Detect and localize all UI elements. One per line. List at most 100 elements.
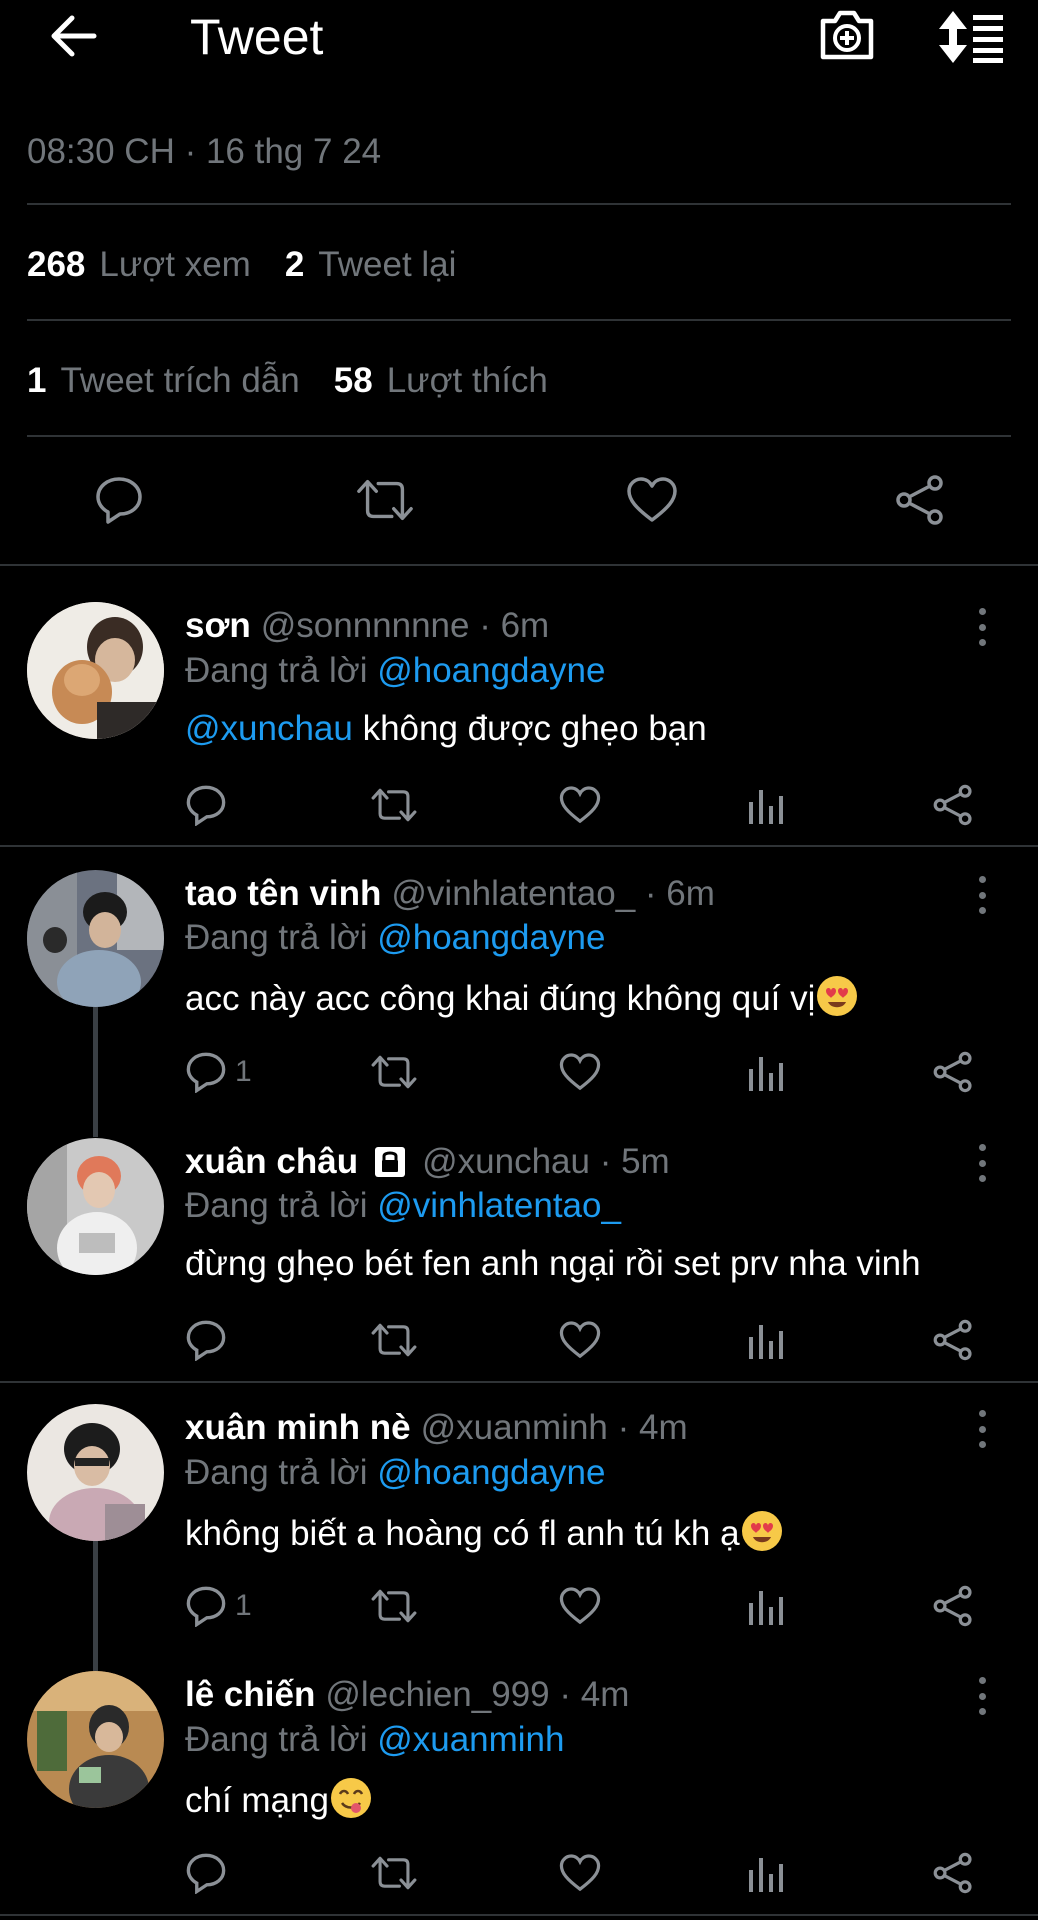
share-icon (933, 1852, 972, 1894)
avatar[interactable] (27, 870, 164, 1007)
reply-button[interactable] (185, 1848, 227, 1898)
divider (27, 435, 1011, 437)
like-button[interactable] (559, 1581, 601, 1631)
share-icon (933, 1319, 972, 1361)
share-button[interactable] (932, 780, 974, 830)
reply-author-name[interactable]: lê chiến (185, 1675, 315, 1715)
bar-chart-icon (749, 1057, 783, 1091)
retweet-button[interactable] (370, 1047, 418, 1097)
camera-button[interactable] (815, 4, 879, 66)
reply-header: tao tên vinh @vinhlatentao_ · 6m (185, 874, 715, 914)
avatar[interactable] (27, 1138, 164, 1275)
replying-mention[interactable]: @hoangdayne (377, 1453, 605, 1492)
reply-button[interactable]: 1 (185, 1047, 252, 1097)
replying-mention[interactable]: @xuanminh (377, 1720, 564, 1759)
bar-chart-icon (749, 1591, 783, 1625)
reply-icon (186, 1052, 226, 1093)
views-label: Lượt xem (99, 245, 251, 284)
avatar-photo (27, 1671, 164, 1808)
retweet-button[interactable] (370, 1581, 418, 1631)
retweet-button[interactable] (355, 470, 415, 530)
reply-author-name[interactable]: tao tên vinh (185, 874, 381, 914)
like-button[interactable] (559, 1848, 601, 1898)
quotes-stat[interactable]: 1 Tweet trích dẫn (27, 361, 300, 401)
more-dot (978, 1425, 986, 1433)
heart-icon (559, 1587, 601, 1625)
like-button[interactable] (559, 1315, 601, 1365)
sort-button[interactable] (935, 6, 1007, 68)
more-dot (978, 1144, 986, 1151)
replying-prefix: Đang trả lời (185, 1186, 368, 1225)
reply-header: lê chiến @lechien_999 · 4m (185, 1675, 629, 1715)
retweet-icon (357, 479, 413, 521)
like-button[interactable] (559, 780, 601, 830)
reply-author-handle[interactable]: @lechien_999 · 4m (325, 1675, 629, 1715)
share-button[interactable] (890, 470, 950, 530)
reply-author-handle[interactable]: @sonnnnnne · 6m (261, 606, 549, 646)
replying-prefix: Đang trả lời (185, 1720, 368, 1759)
reply-text: @xunchau không được ghẹo bạn (185, 709, 707, 749)
page-title: Tweet (190, 9, 324, 65)
more-dot (978, 608, 986, 615)
reply-button[interactable]: 1 (185, 1581, 252, 1631)
text-mention[interactable]: @xunchau (185, 709, 353, 748)
more-options-button[interactable] (970, 1671, 994, 1721)
avatar-photo (27, 1138, 164, 1275)
share-button[interactable] (932, 1047, 974, 1097)
more-options-button[interactable] (970, 1138, 994, 1188)
reply-author-handle[interactable]: @vinhlatentao_ · 6m (391, 874, 714, 914)
like-button[interactable] (559, 1047, 601, 1097)
heart-icon (559, 786, 601, 824)
camera-plus-icon (820, 10, 874, 60)
back-button[interactable] (46, 12, 102, 60)
reply-author-name[interactable]: sơn (185, 606, 251, 646)
bar-chart-icon (749, 790, 783, 824)
reply-actions: 1 (0, 1047, 1038, 1097)
share-button[interactable] (932, 1848, 974, 1898)
reply-button[interactable] (185, 780, 227, 830)
replying-prefix: Đang trả lời (185, 918, 368, 957)
reply-author-name[interactable]: xuân châu (185, 1142, 358, 1182)
reply-author-handle[interactable]: @xuanminh · 4m (421, 1408, 688, 1448)
share-button[interactable] (932, 1315, 974, 1365)
more-options-button[interactable] (970, 870, 994, 920)
share-icon (933, 1051, 972, 1093)
more-options-button[interactable] (970, 602, 994, 652)
more-dot (978, 623, 986, 631)
reply-text: không biết a hoàng có fl anh tú kh ạ (185, 1511, 782, 1554)
retweet-icon (371, 1055, 417, 1089)
views-stat[interactable]: 268 Lượt xem (27, 245, 251, 285)
analytics-button[interactable] (748, 1047, 784, 1097)
analytics-button[interactable] (748, 1315, 784, 1365)
reply-author-name[interactable]: xuân minh nè (185, 1408, 411, 1448)
analytics-button[interactable] (748, 1848, 784, 1898)
retweet-button[interactable] (370, 1315, 418, 1365)
avatar[interactable] (27, 602, 164, 739)
reply-author-handle[interactable]: @xunchau · 5m (422, 1142, 670, 1182)
replying-to: Đang trả lời @hoangdayne (185, 651, 605, 691)
replying-mention[interactable]: @hoangdayne (377, 918, 605, 957)
heart-eyes-emoji (817, 976, 858, 1016)
share-button[interactable] (932, 1581, 974, 1631)
retweet-button[interactable] (370, 780, 418, 830)
retweet-button[interactable] (370, 1848, 418, 1898)
avatar[interactable] (27, 1671, 164, 1808)
analytics-button[interactable] (748, 1581, 784, 1631)
likes-stat[interactable]: 58 Lượt thích (334, 361, 548, 401)
replying-to: Đang trả lời @hoangdayne (185, 918, 605, 958)
analytics-button[interactable] (748, 780, 784, 830)
reply-header: xuân minh nè @xuanminh · 4m (185, 1408, 688, 1448)
more-dot (978, 1410, 986, 1417)
more-options-button[interactable] (970, 1404, 994, 1454)
reply-body: không biết a hoàng có fl anh tú kh ạ (185, 1514, 740, 1553)
replying-mention[interactable]: @hoangdayne (377, 651, 605, 690)
reply-button[interactable] (89, 470, 149, 530)
retweets-stat[interactable]: 2 Tweet lại (285, 245, 457, 285)
bar-chart-icon (749, 1325, 783, 1359)
heart-icon (559, 1854, 601, 1892)
like-button[interactable] (622, 470, 682, 530)
avatar[interactable] (27, 1404, 164, 1541)
replying-mention[interactable]: @vinhlatentao_ (377, 1186, 621, 1225)
reply-header: xuân châu @xunchau · 5m (185, 1142, 670, 1182)
reply-button[interactable] (185, 1315, 227, 1365)
